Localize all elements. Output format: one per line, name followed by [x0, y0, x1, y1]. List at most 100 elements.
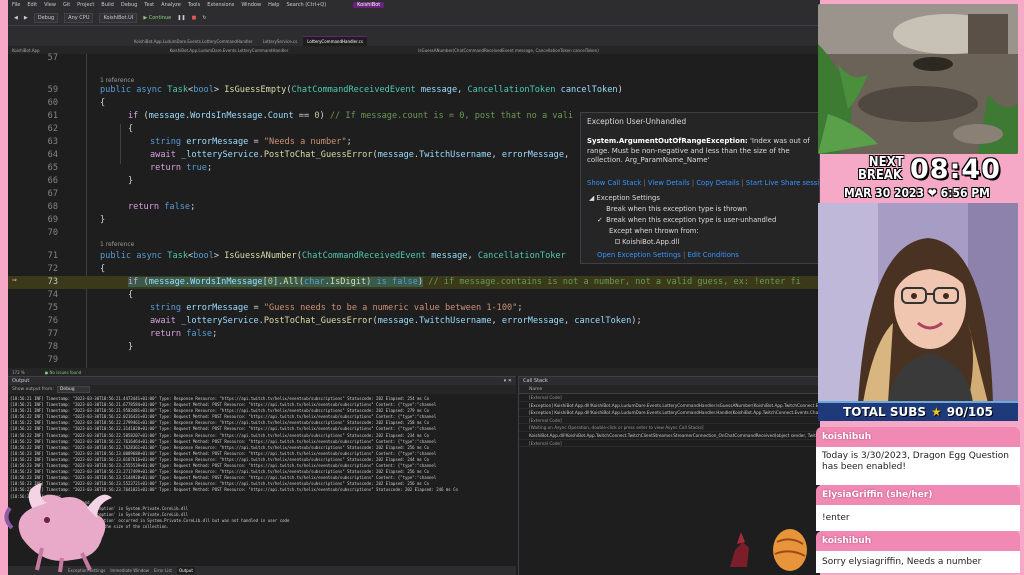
- exception-type: System.ArgumentOutOfRangeException:: [587, 137, 748, 145]
- platform-select[interactable]: Any CPU: [64, 12, 94, 23]
- continue-label: Continue: [148, 14, 172, 21]
- back-icon[interactable]: ◀: [14, 15, 18, 21]
- tab-lottery-command-handler[interactable]: LotteryCommandHandler.cs: [303, 36, 367, 46]
- subs-value: 90/105: [946, 405, 993, 419]
- startup-select[interactable]: KoishiBot.UI: [99, 12, 138, 23]
- call-stack-row[interactable]: [External Code]: [519, 394, 820, 402]
- break-time: 08:40: [910, 154, 1001, 185]
- heart-icon: ❤: [927, 186, 937, 200]
- tab-handler-class[interactable]: KoishiBot.App.LudumDare.Events.LotteryCo…: [130, 37, 257, 46]
- call-stack-row[interactable]: KoishiBot.App.dll!KoishiBot.App.TwitchCo…: [519, 432, 820, 440]
- exception-links: Show Call Stack | View Details | Copy De…: [587, 179, 819, 187]
- copy-details-link[interactable]: Copy Details: [696, 179, 739, 187]
- call-stack-row[interactable]: [External Code]: [519, 417, 820, 425]
- total-subs-bar: TOTAL SUBS ★ 90/105: [818, 401, 1018, 421]
- call-stack-row[interactable]: [External Code]: [519, 440, 820, 448]
- menu-project[interactable]: Project: [77, 2, 94, 8]
- code-line: return true;: [150, 163, 213, 173]
- exception-title: Exception User-Unhandled: [587, 117, 687, 126]
- menu-tools[interactable]: Tools: [188, 2, 200, 8]
- restart-icon[interactable]: ↻: [202, 15, 206, 21]
- except-label: Except when thrown from:: [609, 227, 699, 235]
- chat-message: ElysiaGriffin (she/her) !enter: [816, 485, 1020, 531]
- call-stack-header: Call Stack: [519, 377, 820, 385]
- search-box[interactable]: Search (Ctrl+Q): [286, 2, 326, 8]
- checkbox-module[interactable]: [615, 239, 620, 244]
- line-number: 69: [47, 215, 58, 225]
- collapse-icon[interactable]: ◢: [589, 194, 594, 202]
- call-stack-row[interactable]: [Exception] KoishiBot.App.dll!KoishiBot.…: [519, 402, 820, 410]
- dragon-sprite: [2, 478, 122, 573]
- dragon-egg-sprite: [725, 522, 815, 572]
- code-line: }: [100, 215, 106, 225]
- line-number: 64: [47, 150, 58, 160]
- code-line: return false;: [150, 329, 218, 339]
- star-icon: ★: [931, 405, 942, 419]
- line-number: 72: [47, 264, 58, 274]
- pause-icon[interactable]: ❚❚: [177, 15, 185, 21]
- line-number: 67: [47, 189, 58, 199]
- break-timer: NEXT BREAK 08:40 MAR 30 2023 ❤ 6:56 PM: [820, 152, 1020, 200]
- menu-help[interactable]: Help: [268, 2, 279, 8]
- open-exception-settings-link[interactable]: Open Exception Settings: [597, 251, 681, 259]
- show-call-stack-link[interactable]: Show Call Stack: [587, 179, 641, 187]
- code-line: return false;: [128, 202, 196, 212]
- tab-error-list[interactable]: Error List: [154, 568, 172, 573]
- view-details-link[interactable]: View Details: [648, 179, 690, 187]
- line-number: 75: [47, 303, 58, 313]
- menu-test[interactable]: Test: [144, 2, 154, 8]
- code-line: {: [100, 98, 106, 108]
- config-select[interactable]: Debug: [33, 12, 59, 23]
- chat-username: koishibuh: [816, 427, 1020, 447]
- code-line: string errorMessage = "Needs a number";: [150, 137, 352, 147]
- code-line: {: [100, 264, 106, 274]
- code-line: }: [128, 176, 134, 186]
- output-source-row: Show output from: Debug: [8, 385, 516, 394]
- checkbox-checked-icon[interactable]: ✓: [597, 215, 604, 226]
- chat-text: Sorry elysiagriffin, Needs a number: [816, 551, 1020, 573]
- call-stack-column-header[interactable]: Name: [519, 385, 820, 394]
- code-line: if (message.WordsInMessage.Count == 0) /…: [128, 111, 574, 121]
- menu-debug[interactable]: Debug: [121, 2, 137, 8]
- menu-edit[interactable]: Edit: [27, 2, 37, 8]
- code-line: await _lotteryService.PostToChat_GuessEr…: [150, 150, 570, 160]
- tab-lottery-service[interactable]: LotteryService.cs: [258, 37, 302, 46]
- line-number: 57: [47, 53, 58, 63]
- edit-conditions-link[interactable]: Edit Conditions: [687, 251, 738, 259]
- pin-icon[interactable]: ▾ ✕: [504, 378, 512, 384]
- toolbar: ◀ ▶ Debug Any CPU KoishiBot.UI ▶ Continu…: [8, 10, 820, 26]
- zoom-level[interactable]: 172 %: [12, 370, 25, 375]
- code-line: {: [128, 290, 134, 300]
- menu-build[interactable]: Build: [101, 2, 114, 8]
- exception-settings-title: Exception Settings: [596, 194, 660, 202]
- chat-message: koishibuh Sorry elysiagriffin, Needs a n…: [816, 531, 1020, 573]
- line-number: 60: [47, 98, 58, 108]
- terrarium-webcam: [818, 4, 1018, 154]
- call-stack-row[interactable]: [Exception] KoishiBot.App.dll!KoishiBot.…: [519, 409, 820, 417]
- tab-output[interactable]: Output: [177, 567, 195, 574]
- call-stack-row[interactable]: [Waiting on Async Operation, double-clic…: [519, 424, 820, 432]
- code-line: {: [128, 124, 134, 134]
- clock-text: 6:56 PM: [940, 186, 990, 200]
- menu-window[interactable]: Window: [241, 2, 261, 8]
- line-number: 79: [47, 355, 58, 365]
- menu-git[interactable]: Git: [63, 2, 70, 8]
- forward-icon[interactable]: ▶: [24, 15, 28, 21]
- menu-extensions[interactable]: Extensions: [207, 2, 234, 8]
- streamer-webcam: [818, 203, 1018, 403]
- line-number: 63: [47, 137, 58, 147]
- menu-file[interactable]: File: [12, 2, 20, 8]
- output-source-select[interactable]: Debug: [56, 386, 90, 393]
- stop-icon[interactable]: ■: [192, 15, 197, 21]
- code-line: await _lotteryService.PostToChat_GuessEr…: [150, 316, 642, 326]
- exception-settings: ◢ Exception Settings Break when this exc…: [589, 193, 776, 248]
- live-share-link[interactable]: Start Live Share session: [746, 179, 819, 187]
- editor-status-bar: 172 % ● No issues found: [8, 368, 820, 376]
- call-stack-title: Call Stack: [523, 378, 548, 384]
- menu-analyze[interactable]: Analyze: [161, 2, 181, 8]
- menu-view[interactable]: View: [44, 2, 56, 8]
- continue-button[interactable]: ▶ Continue: [143, 15, 171, 21]
- issues-text: No issues found: [49, 369, 82, 375]
- line-number: 59: [47, 85, 58, 95]
- line-number: 68: [47, 202, 58, 212]
